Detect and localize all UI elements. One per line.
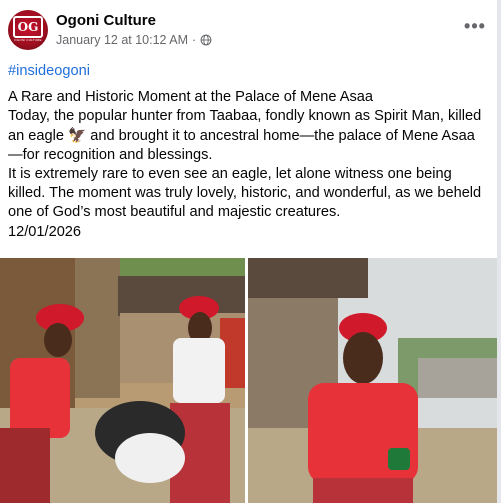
scrollbar-track[interactable] [497, 0, 501, 503]
post-body: #insideogoni A Rare and Historic Moment … [8, 62, 488, 242]
post-timestamp[interactable]: January 12 at 10:12 AM [56, 33, 188, 47]
globe-icon[interactable] [200, 34, 212, 46]
page-name[interactable]: Ogoni Culture [56, 12, 156, 29]
page-avatar[interactable]: OG OGONI CULTURE [8, 10, 48, 50]
post-meta: January 12 at 10:12 AM · [56, 33, 212, 47]
post-header: OG OGONI CULTURE Ogoni Culture January 1… [8, 10, 493, 54]
more-options-button[interactable]: ••• [463, 16, 487, 36]
post-paragraph: It is extremely rare to even see an eagl… [8, 166, 482, 221]
post-paragraph: Today, the popular hunter from Taabaa, f… [8, 108, 482, 163]
photo-hunter-with-eagle-image [0, 258, 245, 503]
photo-grid [0, 258, 497, 503]
more-horizontal-icon: ••• [464, 15, 486, 36]
avatar-caption: OGONI CULTURE [14, 38, 42, 42]
photo-man-in-red-cap-image [248, 258, 497, 503]
hashtag-link[interactable]: #insideogoni [8, 62, 488, 81]
photo-man-in-red-cap[interactable] [248, 258, 497, 503]
meta-separator: · [192, 33, 197, 47]
post-date: 12/01/2026 [8, 223, 82, 240]
photo-hunter-with-eagle[interactable] [0, 258, 245, 503]
post-title-line: A Rare and Historic Moment at the Palace… [8, 89, 374, 106]
avatar-logo: OG [13, 16, 43, 38]
